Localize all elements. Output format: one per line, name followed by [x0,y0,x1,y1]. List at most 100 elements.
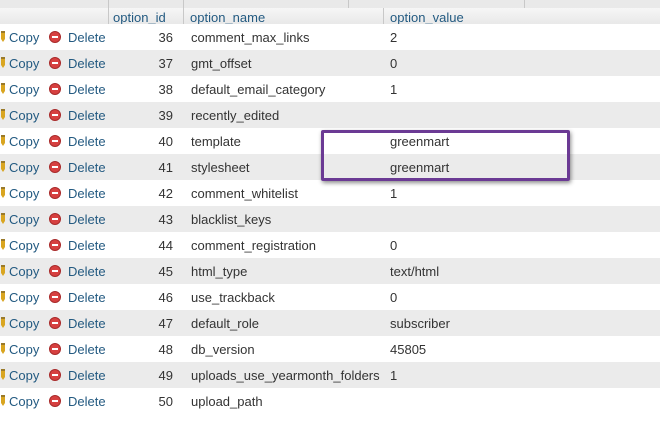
copy-link[interactable]: Copy [9,186,39,201]
pencil-icon[interactable] [0,239,5,250]
table-body: Copy Delete 36 comment_max_links 2 Copy Delete… [0,24,660,414]
option-name-cell[interactable]: comment_registration [191,238,316,253]
option-value-cell[interactable]: text/html [390,264,439,279]
option-id-cell: 42 [158,186,173,201]
delete-icon[interactable] [49,395,61,407]
option-name-cell[interactable]: template [191,134,241,149]
option-value-cell[interactable]: 2 [390,30,397,45]
pencil-icon[interactable] [0,317,5,328]
pencil-icon[interactable] [0,31,5,42]
copy-link[interactable]: Copy [9,316,39,331]
option-name-cell[interactable]: blacklist_keys [191,212,271,227]
column-header-option-value[interactable]: option_value [390,10,464,25]
delete-icon[interactable] [49,135,61,147]
delete-link[interactable]: Delete [68,212,106,227]
copy-link[interactable]: Copy [9,290,39,305]
pencil-icon[interactable] [0,343,5,354]
pencil-icon[interactable] [0,57,5,68]
copy-link[interactable]: Copy [9,160,39,175]
option-id-cell: 38 [158,82,173,97]
delete-icon[interactable] [49,187,61,199]
delete-link[interactable]: Delete [68,82,106,97]
pencil-icon[interactable] [0,369,5,380]
copy-link[interactable]: Copy [9,30,39,45]
copy-link[interactable]: Copy [9,368,39,383]
option-value-cell[interactable]: 1 [390,368,397,383]
option-name-cell[interactable]: comment_whitelist [191,186,298,201]
pencil-icon[interactable] [0,109,5,120]
copy-link[interactable]: Copy [9,264,39,279]
pencil-icon[interactable] [0,135,5,146]
delete-link[interactable]: Delete [68,186,106,201]
column-header-option-name[interactable]: option_name [190,10,265,25]
delete-link[interactable]: Delete [68,160,106,175]
option-value-cell[interactable]: 0 [390,290,397,305]
option-id-cell: 36 [158,30,173,45]
column-divider [183,0,184,8]
delete-link[interactable]: Delete [68,290,106,305]
pencil-icon[interactable] [0,213,5,224]
option-name-cell[interactable]: db_version [191,342,255,357]
delete-icon[interactable] [49,57,61,69]
copy-link[interactable]: Copy [9,394,39,409]
option-name-cell[interactable]: default_email_category [191,82,325,97]
delete-link[interactable]: Delete [68,30,106,45]
option-value-cell[interactable]: 1 [390,82,397,97]
option-name-cell[interactable]: stylesheet [191,160,250,175]
option-value-cell[interactable]: 0 [390,238,397,253]
delete-link[interactable]: Delete [68,134,106,149]
option-name-cell[interactable]: comment_max_links [191,30,310,45]
table-row: Copy Delete 47 default_role subscriber [0,310,660,336]
pencil-icon[interactable] [0,83,5,94]
option-name-cell[interactable]: uploads_use_yearmonth_folders [191,368,380,383]
pencil-icon[interactable] [0,291,5,302]
option-id-cell: 46 [158,290,173,305]
option-value-cell[interactable]: 1 [390,186,397,201]
copy-link[interactable]: Copy [9,212,39,227]
delete-link[interactable]: Delete [68,56,106,71]
delete-icon[interactable] [49,265,61,277]
delete-icon[interactable] [49,83,61,95]
delete-icon[interactable] [49,109,61,121]
copy-link[interactable]: Copy [9,82,39,97]
delete-link[interactable]: Delete [68,264,106,279]
delete-link[interactable]: Delete [68,394,106,409]
option-name-cell[interactable]: use_trackback [191,290,275,305]
table-row: Copy Delete 44 comment_registration 0 [0,232,660,258]
option-id-cell: 40 [158,134,173,149]
delete-icon[interactable] [49,291,61,303]
pencil-icon[interactable] [0,395,5,406]
option-value-cell[interactable]: 45805 [390,342,426,357]
pencil-icon[interactable] [0,187,5,198]
delete-link[interactable]: Delete [68,316,106,331]
copy-link[interactable]: Copy [9,56,39,71]
copy-link[interactable]: Copy [9,108,39,123]
option-id-cell: 50 [158,394,173,409]
option-name-cell[interactable]: recently_edited [191,108,279,123]
copy-link[interactable]: Copy [9,134,39,149]
option-name-cell[interactable]: default_role [191,316,259,331]
option-id-cell: 45 [158,264,173,279]
delete-icon[interactable] [49,317,61,329]
copy-link[interactable]: Copy [9,238,39,253]
copy-link[interactable]: Copy [9,342,39,357]
option-name-cell[interactable]: gmt_offset [191,56,251,71]
option-value-cell[interactable]: subscriber [390,316,450,331]
delete-link[interactable]: Delete [68,108,106,123]
delete-icon[interactable] [49,161,61,173]
table-row: Copy Delete 45 html_type text/html [0,258,660,284]
pencil-icon[interactable] [0,161,5,172]
delete-icon[interactable] [49,239,61,251]
delete-icon[interactable] [49,369,61,381]
delete-icon[interactable] [49,343,61,355]
option-name-cell[interactable]: upload_path [191,394,263,409]
option-name-cell[interactable]: html_type [191,264,247,279]
delete-link[interactable]: Delete [68,368,106,383]
delete-icon[interactable] [49,31,61,43]
column-header-option-id[interactable]: option_id [113,10,166,25]
option-value-cell[interactable]: 0 [390,56,397,71]
delete-icon[interactable] [49,213,61,225]
delete-link[interactable]: Delete [68,238,106,253]
delete-link[interactable]: Delete [68,342,106,357]
pencil-icon[interactable] [0,265,5,276]
